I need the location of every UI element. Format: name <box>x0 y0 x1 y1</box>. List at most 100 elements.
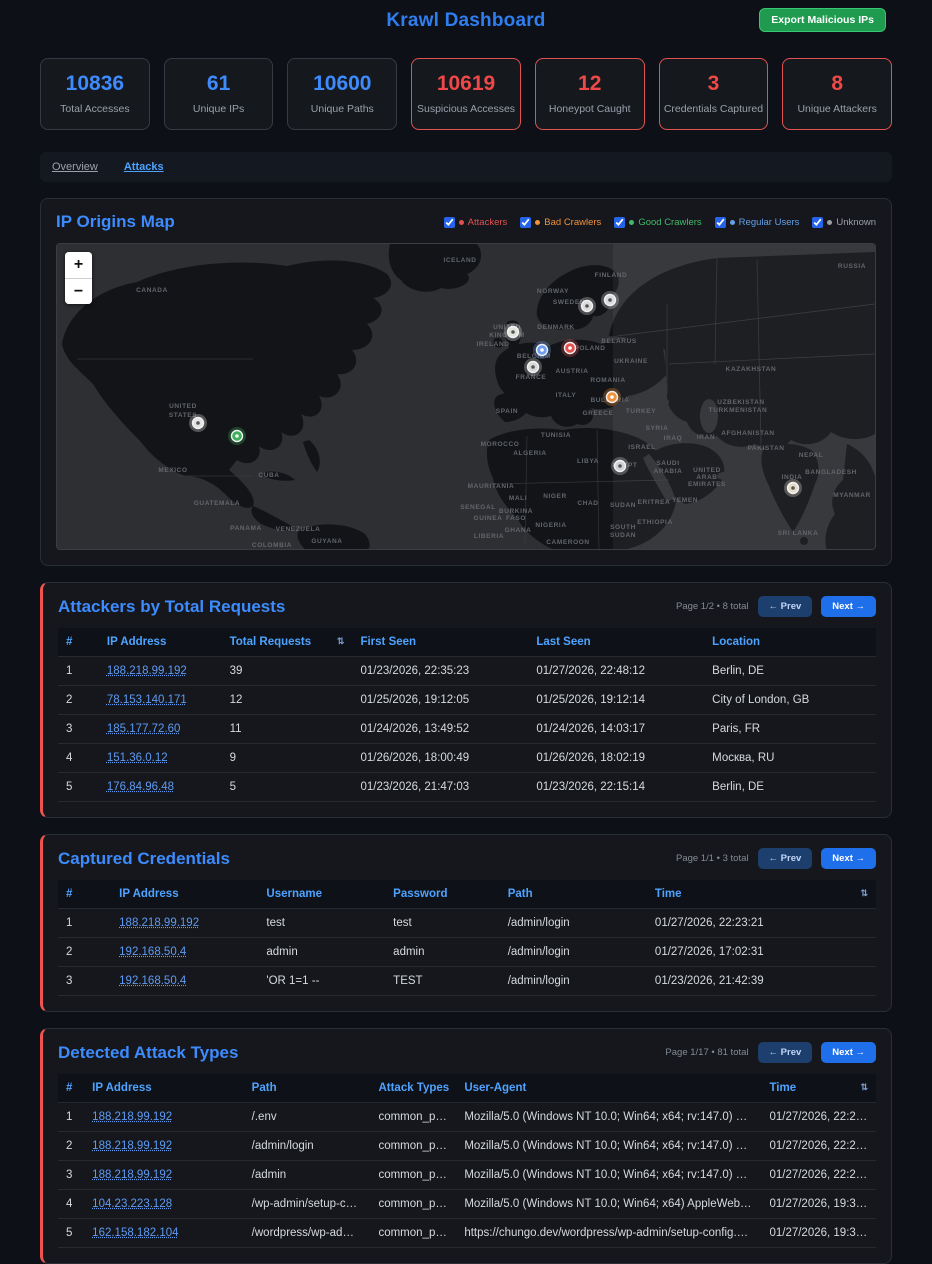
map-label-venezuela: VENEZUELA <box>276 526 321 533</box>
attack-types-prev-button[interactable]: ← Prev <box>758 1042 813 1063</box>
sort-icon[interactable]: ⇅ <box>337 636 345 647</box>
attackers-panel-title: Attackers by Total Requests <box>58 597 285 617</box>
cell-time: 01/27/2026, 22:23:21 <box>647 909 876 938</box>
column-header-time[interactable]: Time⇅ <box>761 1074 876 1103</box>
tab-overview[interactable]: Overview <box>52 161 98 173</box>
column-header-ip-address[interactable]: IP Address <box>111 880 258 909</box>
column-header-first-seen[interactable]: First Seen <box>352 628 528 657</box>
column-header-location[interactable]: Location <box>704 628 876 657</box>
map-label-iran: IRAN <box>697 434 715 441</box>
export-malicious-ips-button[interactable]: Export Malicious IPs <box>759 8 886 32</box>
cell-password: TEST <box>385 967 500 996</box>
marker-us-good-crawler[interactable] <box>228 427 246 445</box>
column-header-username[interactable]: Username <box>258 880 385 909</box>
column-header-last-seen[interactable]: Last Seen <box>528 628 704 657</box>
table-row: 1188.218.99.192/.envcommon_probesMozilla… <box>58 1103 876 1132</box>
legend-checkbox-regular-users[interactable] <box>715 217 726 228</box>
marker-bulgaria-bad-crawler[interactable] <box>603 388 621 406</box>
cell-last-seen: 01/25/2026, 19:12:14 <box>528 686 704 715</box>
map-label-arabia: ARABIA <box>654 468 683 475</box>
sort-icon[interactable]: ⇅ <box>860 888 868 899</box>
cell-attack-types: common_probes <box>370 1190 456 1219</box>
column-header-attack-types[interactable]: Attack Types <box>370 1074 456 1103</box>
map-label-ethiopia: ETHIOPIA <box>637 519 673 526</box>
legend-dot-good-crawlers <box>629 220 634 225</box>
column-header-user-agent[interactable]: User-Agent <box>456 1074 761 1103</box>
ip-link[interactable]: 188.218.99.192 <box>92 1140 172 1152</box>
map-label-norway: NORWAY <box>537 288 569 295</box>
ip-link[interactable]: 188.218.99.192 <box>92 1111 172 1123</box>
sort-icon[interactable]: ⇅ <box>860 1082 868 1093</box>
cell-attack-types: common_probes <box>370 1219 456 1248</box>
map-zoom-in-button[interactable]: + <box>65 252 92 278</box>
legend-label: Unknown <box>836 217 876 228</box>
map-label-morocco: MOROCCO <box>481 441 520 448</box>
attackers-panel: Attackers by Total Requests Page 1/2 • 8… <box>40 582 892 818</box>
map-label-romania: ROMANIA <box>590 377 625 384</box>
map-label-nepal: NEPAL <box>799 452 824 459</box>
column-header-ip-address[interactable]: IP Address <box>84 1074 244 1103</box>
legend-checkbox-unknown[interactable] <box>812 217 823 228</box>
column-header-total-requests[interactable]: Total Requests⇅ <box>222 628 353 657</box>
marker-egypt[interactable] <box>611 457 629 475</box>
stat-card-total-accesses: 10836Total Accesses <box>40 58 150 130</box>
map-label-denmark: DENMARK <box>537 324 574 331</box>
ip-link[interactable]: 188.218.99.192 <box>92 1169 172 1181</box>
attackers-next-button[interactable]: Next → <box>821 596 876 617</box>
column-header-path[interactable]: Path <box>244 1074 371 1103</box>
marker-poland-attacker[interactable] <box>561 339 579 357</box>
map-label-guinea: GUINEA <box>474 515 503 522</box>
row-index: 2 <box>58 938 111 967</box>
ip-link[interactable]: 78.153.140.171 <box>107 694 187 706</box>
ip-link[interactable]: 151.36.0.12 <box>107 752 168 764</box>
cell-path: /wp-admin/setup-config.php <box>244 1190 371 1219</box>
marker-sweden[interactable] <box>578 297 596 315</box>
marker-germany-regular-user[interactable] <box>533 341 551 359</box>
table-row: 5162.158.182.104/wordpress/wp-admin/setu… <box>58 1219 876 1248</box>
column-header-[interactable]: # <box>58 1074 84 1103</box>
ip-link[interactable]: 185.177.72.60 <box>107 723 181 735</box>
attack-types-panel: Detected Attack Types Page 1/17 • 81 tot… <box>40 1028 892 1264</box>
map-label-kazakhstan: KAZAKHSTAN <box>726 366 777 373</box>
stat-label: Credentials Captured <box>664 103 764 115</box>
ip-link[interactable]: 188.218.99.192 <box>119 917 199 929</box>
ip-link[interactable]: 104.23.223.128 <box>92 1198 172 1210</box>
legend-dot-attackers <box>459 220 464 225</box>
attack-types-next-button[interactable]: Next → <box>821 1042 876 1063</box>
ip-link[interactable]: 162.158.182.104 <box>92 1227 178 1239</box>
legend-checkbox-attackers[interactable] <box>444 217 455 228</box>
column-header-ip-address[interactable]: IP Address <box>99 628 222 657</box>
legend-checkbox-bad-crawlers[interactable] <box>520 217 531 228</box>
tab-attacks[interactable]: Attacks <box>124 161 164 173</box>
column-header-time[interactable]: Time⇅ <box>647 880 876 909</box>
cell-location: Berlin, DE <box>704 657 876 686</box>
ip-link[interactable]: 176.84.96.48 <box>107 781 174 793</box>
marker-finland[interactable] <box>601 291 619 309</box>
legend-checkbox-good-crawlers[interactable] <box>614 217 625 228</box>
ip-link[interactable]: 192.168.50.4 <box>119 946 186 958</box>
credentials-next-button[interactable]: Next → <box>821 848 876 869</box>
column-header-password[interactable]: Password <box>385 880 500 909</box>
column-header-[interactable]: # <box>58 880 111 909</box>
stat-value: 10619 <box>416 72 516 96</box>
world-map[interactable]: CANADAUNITEDSTATESMEXICOCUBAGUATEMALAPAN… <box>56 243 876 550</box>
marker-india[interactable] <box>784 479 802 497</box>
attackers-prev-button[interactable]: ← Prev <box>758 596 813 617</box>
ip-link[interactable]: 188.218.99.192 <box>107 665 187 677</box>
tab-bar: Overview Attacks <box>40 152 892 182</box>
legend-label: Good Crawlers <box>638 217 701 228</box>
world-map-canvas: CANADAUNITEDSTATESMEXICOCUBAGUATEMALAPAN… <box>57 244 875 550</box>
map-label-sudan: SUDAN <box>610 532 636 539</box>
cell-path: /admin/login <box>500 938 647 967</box>
credentials-prev-button[interactable]: ← Prev <box>758 848 813 869</box>
ip-link[interactable]: 192.168.50.4 <box>119 975 186 987</box>
marker-france[interactable] <box>524 358 542 376</box>
column-header-[interactable]: # <box>58 628 99 657</box>
map-zoom-out-button[interactable]: − <box>65 278 92 304</box>
marker-us-unknown[interactable] <box>189 414 207 432</box>
column-header-path[interactable]: Path <box>500 880 647 909</box>
table-row: 3185.177.72.601101/24/2026, 13:49:5201/2… <box>58 715 876 744</box>
marker-uk[interactable] <box>504 323 522 341</box>
cell-time: 01/23/2026, 21:42:39 <box>647 967 876 996</box>
map-label-greece: GREECE <box>582 410 613 417</box>
